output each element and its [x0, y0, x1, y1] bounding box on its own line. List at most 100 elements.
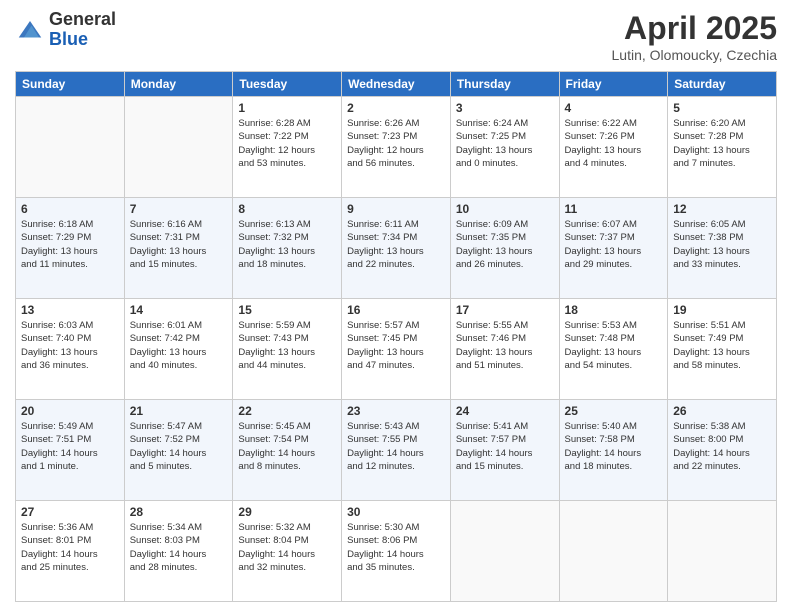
day-number: 20 [21, 404, 119, 418]
calendar-header-sunday: Sunday [16, 72, 125, 97]
calendar-cell: 3 Sunrise: 6:24 AM Sunset: 7:25 PM Daylig… [450, 97, 559, 198]
day-info: Sunrise: 5:55 AM Sunset: 7:46 PM Dayligh… [456, 319, 554, 372]
logo-blue-text: Blue [49, 30, 116, 50]
calendar-cell: 16 Sunrise: 5:57 AM Sunset: 7:45 PM Dayli… [342, 299, 451, 400]
day-info: Sunrise: 5:47 AM Sunset: 7:52 PM Dayligh… [130, 420, 228, 473]
day-number: 25 [565, 404, 663, 418]
day-info: Sunrise: 5:45 AM Sunset: 7:54 PM Dayligh… [238, 420, 336, 473]
day-number: 29 [238, 505, 336, 519]
day-number: 28 [130, 505, 228, 519]
day-number: 12 [673, 202, 771, 216]
calendar-cell: 25 Sunrise: 5:40 AM Sunset: 7:58 PM Dayli… [559, 400, 668, 501]
day-info: Sunrise: 6:13 AM Sunset: 7:32 PM Dayligh… [238, 218, 336, 271]
logo: General Blue [15, 10, 116, 50]
main-title: April 2025 [612, 10, 777, 47]
calendar-week-1: 1Sunrise: 6:28 AM Sunset: 7:22 PM Daylig… [16, 97, 777, 198]
day-number: 23 [347, 404, 445, 418]
page: General Blue April 2025 Lutin, Olomoucky… [0, 0, 792, 612]
day-number: 30 [347, 505, 445, 519]
calendar-cell: 12Sunrise: 6:05 AM Sunset: 7:38 PM Dayli… [668, 198, 777, 299]
calendar-header-tuesday: Tuesday [233, 72, 342, 97]
day-number: 14 [130, 303, 228, 317]
day-number: 4 [565, 101, 663, 115]
calendar-cell [668, 501, 777, 602]
day-number: 3 [456, 101, 554, 115]
day-info: Sunrise: 5:41 AM Sunset: 7:57 PM Dayligh… [456, 420, 554, 473]
day-info: Sunrise: 6:22 AM Sunset: 7:26 PM Dayligh… [565, 117, 663, 170]
day-number: 18 [565, 303, 663, 317]
day-info: Sunrise: 5:32 AM Sunset: 8:04 PM Dayligh… [238, 521, 336, 574]
day-info: Sunrise: 6:11 AM Sunset: 7:34 PM Dayligh… [347, 218, 445, 271]
calendar-cell: 22 Sunrise: 5:45 AM Sunset: 7:54 PM Dayli… [233, 400, 342, 501]
calendar-header-thursday: Thursday [450, 72, 559, 97]
calendar-cell: 7 Sunrise: 6:16 AM Sunset: 7:31 PM Daylig… [124, 198, 233, 299]
header: General Blue April 2025 Lutin, Olomoucky… [15, 10, 777, 63]
day-number: 1 [238, 101, 336, 115]
day-number: 9 [347, 202, 445, 216]
calendar-header-wednesday: Wednesday [342, 72, 451, 97]
logo-text: General Blue [49, 10, 116, 50]
calendar-cell: 10Sunrise: 6:09 AM Sunset: 7:35 PM Dayli… [450, 198, 559, 299]
day-number: 21 [130, 404, 228, 418]
day-info: Sunrise: 5:49 AM Sunset: 7:51 PM Dayligh… [21, 420, 119, 473]
day-number: 13 [21, 303, 119, 317]
calendar-header-friday: Friday [559, 72, 668, 97]
day-info: Sunrise: 6:20 AM Sunset: 7:28 PM Dayligh… [673, 117, 771, 170]
day-number: 11 [565, 202, 663, 216]
day-info: Sunrise: 5:57 AM Sunset: 7:45 PM Dayligh… [347, 319, 445, 372]
day-info: Sunrise: 5:38 AM Sunset: 8:00 PM Dayligh… [673, 420, 771, 473]
day-info: Sunrise: 5:30 AM Sunset: 8:06 PM Dayligh… [347, 521, 445, 574]
calendar-cell: 6Sunrise: 6:18 AM Sunset: 7:29 PM Daylig… [16, 198, 125, 299]
day-info: Sunrise: 5:53 AM Sunset: 7:48 PM Dayligh… [565, 319, 663, 372]
calendar-week-3: 13 Sunrise: 6:03 AM Sunset: 7:40 PM Dayli… [16, 299, 777, 400]
calendar-table: SundayMondayTuesdayWednesdayThursdayFrid… [15, 71, 777, 602]
logo-icon [15, 15, 45, 45]
calendar-week-2: 6Sunrise: 6:18 AM Sunset: 7:29 PM Daylig… [16, 198, 777, 299]
title-block: April 2025 Lutin, Olomoucky, Czechia [612, 10, 777, 63]
day-number: 27 [21, 505, 119, 519]
day-info: Sunrise: 5:43 AM Sunset: 7:55 PM Dayligh… [347, 420, 445, 473]
day-number: 8 [238, 202, 336, 216]
calendar-week-4: 20 Sunrise: 5:49 AM Sunset: 7:51 PM Dayli… [16, 400, 777, 501]
day-number: 10 [456, 202, 554, 216]
subtitle: Lutin, Olomoucky, Czechia [612, 47, 777, 63]
day-number: 22 [238, 404, 336, 418]
calendar-cell: 21 Sunrise: 5:47 AM Sunset: 7:52 PM Dayli… [124, 400, 233, 501]
calendar-header-saturday: Saturday [668, 72, 777, 97]
calendar-cell: 26Sunrise: 5:38 AM Sunset: 8:00 PM Dayli… [668, 400, 777, 501]
calendar-cell [16, 97, 125, 198]
calendar-cell: 20 Sunrise: 5:49 AM Sunset: 7:51 PM Dayli… [16, 400, 125, 501]
calendar-cell: 18 Sunrise: 5:53 AM Sunset: 7:48 PM Dayli… [559, 299, 668, 400]
calendar-cell: 2Sunrise: 6:26 AM Sunset: 7:23 PM Daylig… [342, 97, 451, 198]
calendar-cell: 14 Sunrise: 6:01 AM Sunset: 7:42 PM Dayli… [124, 299, 233, 400]
day-number: 16 [347, 303, 445, 317]
calendar-cell: 15Sunrise: 5:59 AM Sunset: 7:43 PM Dayli… [233, 299, 342, 400]
day-number: 17 [456, 303, 554, 317]
calendar-cell: 4 Sunrise: 6:22 AM Sunset: 7:26 PM Daylig… [559, 97, 668, 198]
day-info: Sunrise: 6:16 AM Sunset: 7:31 PM Dayligh… [130, 218, 228, 271]
day-number: 19 [673, 303, 771, 317]
calendar-cell: 17 Sunrise: 5:55 AM Sunset: 7:46 PM Dayli… [450, 299, 559, 400]
day-info: Sunrise: 5:34 AM Sunset: 8:03 PM Dayligh… [130, 521, 228, 574]
day-info: Sunrise: 6:24 AM Sunset: 7:25 PM Dayligh… [456, 117, 554, 170]
day-info: Sunrise: 5:40 AM Sunset: 7:58 PM Dayligh… [565, 420, 663, 473]
day-info: Sunrise: 6:26 AM Sunset: 7:23 PM Dayligh… [347, 117, 445, 170]
day-number: 24 [456, 404, 554, 418]
calendar-cell: 24 Sunrise: 5:41 AM Sunset: 7:57 PM Dayli… [450, 400, 559, 501]
calendar-header-monday: Monday [124, 72, 233, 97]
calendar-cell: 30 Sunrise: 5:30 AM Sunset: 8:06 PM Dayli… [342, 501, 451, 602]
calendar-cell [124, 97, 233, 198]
day-number: 15 [238, 303, 336, 317]
calendar-cell [450, 501, 559, 602]
day-info: Sunrise: 6:07 AM Sunset: 7:37 PM Dayligh… [565, 218, 663, 271]
calendar-cell: 19Sunrise: 5:51 AM Sunset: 7:49 PM Dayli… [668, 299, 777, 400]
day-info: Sunrise: 6:03 AM Sunset: 7:40 PM Dayligh… [21, 319, 119, 372]
calendar-cell: 8 Sunrise: 6:13 AM Sunset: 7:32 PM Daylig… [233, 198, 342, 299]
calendar-cell: 13 Sunrise: 6:03 AM Sunset: 7:40 PM Dayli… [16, 299, 125, 400]
calendar-cell: 28 Sunrise: 5:34 AM Sunset: 8:03 PM Dayli… [124, 501, 233, 602]
calendar-week-5: 27Sunrise: 5:36 AM Sunset: 8:01 PM Dayli… [16, 501, 777, 602]
day-info: Sunrise: 6:01 AM Sunset: 7:42 PM Dayligh… [130, 319, 228, 372]
day-number: 7 [130, 202, 228, 216]
calendar-cell: 23 Sunrise: 5:43 AM Sunset: 7:55 PM Dayli… [342, 400, 451, 501]
calendar-cell: 27Sunrise: 5:36 AM Sunset: 8:01 PM Dayli… [16, 501, 125, 602]
